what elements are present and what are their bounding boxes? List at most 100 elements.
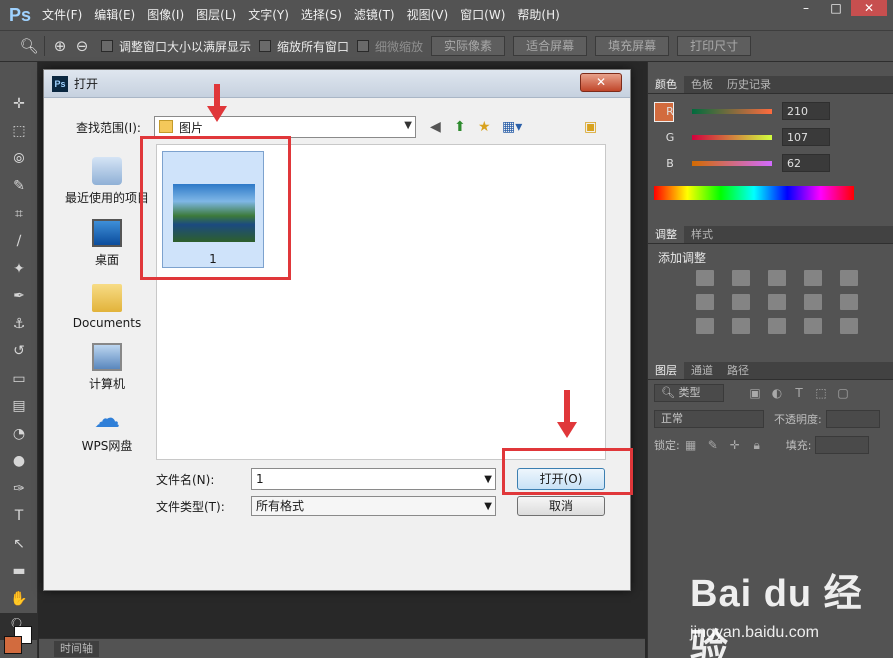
gradient-tool-icon[interactable]: ▤ — [0, 393, 38, 421]
chevron-down-icon[interactable]: ▼ — [484, 470, 492, 490]
filename-input[interactable]: 1 ▼ — [251, 468, 496, 490]
lock-position-icon[interactable]: ✛ — [724, 438, 746, 452]
menu-select[interactable]: 选择(S) — [295, 2, 348, 28]
place-desktop[interactable]: 桌面 — [62, 206, 152, 268]
zoom-in-icon[interactable]: ⊕ — [49, 37, 71, 55]
lasso-tool-icon[interactable]: ⦾ — [0, 145, 38, 173]
blue-value-input[interactable]: 62 — [782, 154, 830, 172]
fill-screen-button[interactable]: 填充屏幕 — [595, 36, 670, 56]
view-menu-icon[interactable]: ▦▾ — [502, 119, 522, 135]
back-icon[interactable]: ◀ — [430, 119, 441, 135]
filter-type-icon[interactable]: T — [788, 386, 810, 400]
dodge-tool-icon[interactable]: ● — [0, 448, 38, 476]
menu-help[interactable]: 帮助(H) — [511, 2, 565, 28]
hand-tool-icon[interactable]: ✋ — [0, 585, 38, 613]
zoom-tool-icon[interactable]: 🔍︎ — [18, 37, 40, 55]
print-size-button[interactable]: 打印尺寸 — [677, 36, 752, 56]
shape-tool-icon[interactable]: ▬ — [0, 558, 38, 586]
levels-icon[interactable] — [732, 270, 750, 286]
photo-filter-icon[interactable] — [804, 294, 822, 310]
close-button[interactable]: ✕ — [580, 73, 622, 92]
blur-tool-icon[interactable]: ◔ — [0, 420, 38, 448]
close-app-button[interactable]: ✕ — [851, 0, 887, 16]
color-spectrum[interactable] — [654, 186, 854, 200]
cancel-button[interactable]: 取消 — [517, 496, 605, 516]
gradient-map-icon[interactable] — [804, 318, 822, 334]
channel-mixer-icon[interactable] — [840, 294, 858, 310]
fit-screen-button[interactable]: 适合屏幕 — [513, 36, 588, 56]
type-tool-icon[interactable]: T — [0, 503, 38, 531]
checkbox-box[interactable] — [357, 40, 370, 52]
resize-windows-checkbox[interactable]: 调整窗口大小以满屏显示 — [101, 38, 251, 55]
threshold-icon[interactable] — [768, 318, 786, 334]
place-documents[interactable]: Documents — [62, 268, 152, 330]
tab-adjustments[interactable]: 调整 — [648, 226, 684, 243]
tab-swatches[interactable]: 色板 — [684, 76, 720, 93]
green-slider[interactable] — [692, 134, 772, 140]
foreground-color-swatch[interactable] — [4, 636, 22, 654]
red-slider[interactable] — [692, 108, 772, 114]
eyedropper-tool-icon[interactable]: ∕ — [0, 228, 38, 256]
green-value-input[interactable]: 107 — [782, 128, 830, 146]
healing-brush-tool-icon[interactable]: ✦ — [0, 255, 38, 283]
invert-icon[interactable] — [696, 318, 714, 334]
chevron-down-icon[interactable]: ▼ — [484, 498, 492, 516]
pen-tool-icon[interactable]: ✑ — [0, 475, 38, 503]
marquee-tool-icon[interactable]: ⬚ — [0, 118, 38, 146]
tab-styles[interactable]: 样式 — [684, 226, 720, 243]
maximize-button[interactable]: □ — [821, 0, 851, 16]
eraser-tool-icon[interactable]: ▭ — [0, 365, 38, 393]
tab-channels[interactable]: 通道 — [684, 362, 720, 379]
place-recent[interactable]: 最近使用的项目 — [62, 144, 152, 206]
place-wps-drive[interactable]: ☁ WPS网盘 — [62, 392, 152, 454]
filter-pixel-icon[interactable]: ▣ — [744, 386, 766, 400]
blue-slider[interactable] — [692, 160, 772, 166]
menu-view[interactable]: 视图(V) — [401, 2, 455, 28]
up-folder-icon[interactable]: ⬆ — [454, 119, 466, 135]
selective-color-icon[interactable] — [840, 318, 858, 334]
filetype-select[interactable]: 所有格式 ▼ — [251, 496, 496, 516]
filter-smart-icon[interactable]: ▢ — [832, 386, 854, 400]
color-swatches[interactable] — [4, 626, 32, 654]
brightness-icon[interactable] — [696, 270, 714, 286]
tab-layers[interactable]: 图层 — [648, 362, 684, 379]
lock-image-icon[interactable]: ✎ — [702, 438, 724, 452]
new-folder-icon[interactable]: ★ — [478, 119, 491, 135]
posterize-icon[interactable] — [732, 318, 750, 334]
menu-window[interactable]: 窗口(W) — [454, 2, 511, 28]
actual-pixels-button[interactable]: 实际像素 — [431, 36, 506, 56]
special-folder-icon[interactable]: ▣ — [584, 119, 597, 135]
tab-history[interactable]: 历史记录 — [720, 76, 778, 93]
checkbox-box[interactable] — [259, 40, 272, 52]
place-computer[interactable]: 计算机 — [62, 330, 152, 392]
look-in-select[interactable]: 图片 ▼ — [154, 116, 416, 138]
tab-timeline[interactable]: 时间轴 — [54, 641, 99, 657]
menu-image[interactable]: 图像(I) — [141, 2, 190, 28]
chevron-down-icon[interactable]: ▼ — [404, 120, 412, 131]
path-select-tool-icon[interactable]: ↖ — [0, 530, 38, 558]
opacity-input[interactable] — [825, 410, 880, 428]
filter-adjust-icon[interactable]: ◐ — [766, 386, 788, 400]
brush-tool-icon[interactable]: ✒ — [0, 283, 38, 311]
filter-shape-icon[interactable]: ⬚ — [810, 386, 832, 400]
crop-tool-icon[interactable]: ⌗ — [0, 200, 38, 228]
hue-saturation-icon[interactable] — [696, 294, 714, 310]
layer-filter-select[interactable]: 🔍︎ 类型 — [654, 384, 724, 402]
minimize-button[interactable]: – — [791, 0, 821, 16]
exposure-icon[interactable] — [804, 270, 822, 286]
curves-icon[interactable] — [768, 270, 786, 286]
menu-layer[interactable]: 图层(L) — [190, 2, 242, 28]
lock-all-icon[interactable]: 🔒︎ — [746, 438, 768, 453]
vibrance-icon[interactable] — [840, 270, 858, 286]
zoom-out-icon[interactable]: ⊖ — [71, 37, 93, 55]
menu-file[interactable]: 文件(F) — [36, 2, 88, 28]
scrubby-zoom-checkbox[interactable]: 细微缩放 — [357, 38, 423, 55]
menu-edit[interactable]: 编辑(E) — [88, 2, 141, 28]
menu-type[interactable]: 文字(Y) — [242, 2, 295, 28]
lock-transparent-icon[interactable]: ▦ — [680, 438, 702, 452]
zoom-all-windows-checkbox[interactable]: 缩放所有窗口 — [259, 38, 349, 55]
menu-filter[interactable]: 滤镜(T) — [348, 2, 401, 28]
color-balance-icon[interactable] — [732, 294, 750, 310]
history-brush-tool-icon[interactable]: ↺ — [0, 338, 38, 366]
tab-paths[interactable]: 路径 — [720, 362, 756, 379]
